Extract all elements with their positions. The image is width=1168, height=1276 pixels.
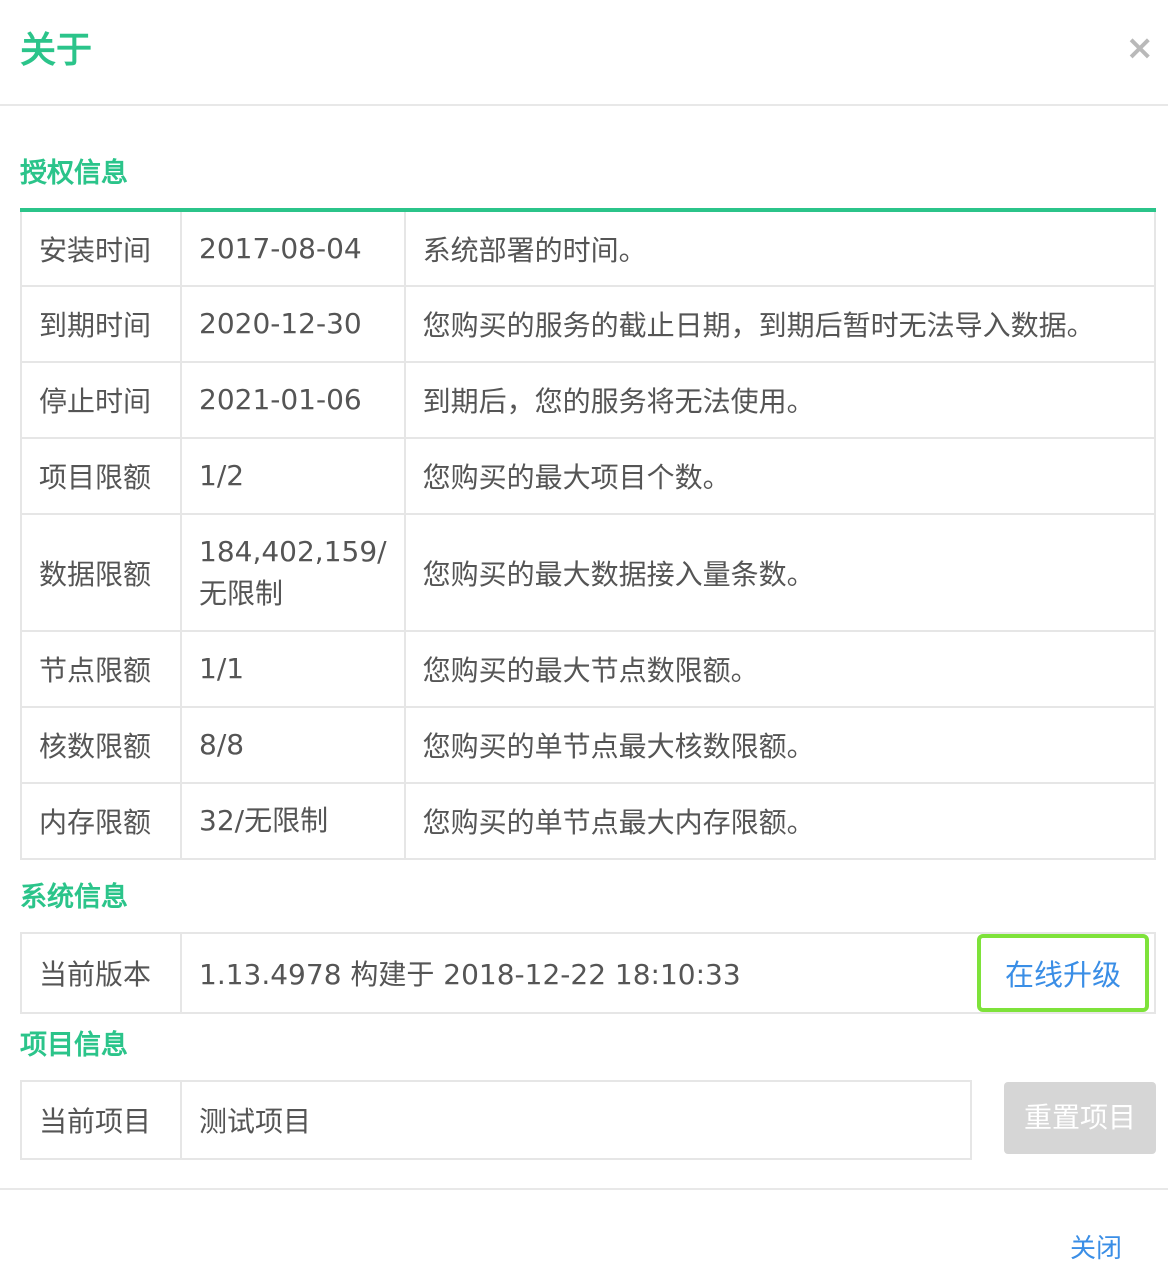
row-label: 停止时间 bbox=[20, 361, 182, 439]
table-row: 当前版本 1.13.4978 构建于 2018-12-22 18:10:33 在… bbox=[20, 932, 1156, 1014]
version-label: 当前版本 bbox=[20, 932, 182, 1014]
project-table: 当前项目 测试项目 bbox=[20, 1080, 972, 1160]
row-desc: 您购买的单节点最大核数限额。 bbox=[403, 706, 1157, 784]
table-row: 安装时间 2017-08-04 系统部署的时间。 bbox=[20, 209, 1157, 287]
row-value: 8/8 bbox=[180, 706, 406, 784]
row-value: 32/无限制 bbox=[180, 782, 406, 860]
project-label: 当前项目 bbox=[20, 1080, 182, 1160]
system-table: 当前版本 1.13.4978 构建于 2018-12-22 18:10:33 在… bbox=[20, 932, 1156, 1014]
close-icon[interactable]: × bbox=[1126, 28, 1155, 68]
row-desc: 您购买的服务的截止日期，到期后暂时无法导入数据。 bbox=[403, 285, 1157, 363]
table-row: 数据限额 184,402,159/无限制 您购买的最大数据接入量条数。 bbox=[20, 513, 1157, 632]
project-value: 测试项目 bbox=[180, 1080, 972, 1160]
version-value: 1.13.4978 构建于 2018-12-22 18:10:33 bbox=[180, 932, 975, 1014]
project-section-title: 项目信息 bbox=[20, 1030, 128, 1061]
dialog-title: 关于 bbox=[20, 30, 93, 71]
row-desc: 您购买的最大节点数限额。 bbox=[403, 630, 1157, 708]
row-value: 2021-01-06 bbox=[180, 361, 406, 439]
footer-close-button[interactable]: 关闭 bbox=[1070, 1232, 1122, 1266]
row-label: 核数限额 bbox=[20, 706, 182, 784]
auth-table: 安装时间 2017-08-04 系统部署的时间。 到期时间 2020-12-30… bbox=[20, 208, 1157, 860]
table-row: 项目限额 1/2 您购买的最大项目个数。 bbox=[20, 437, 1157, 515]
reset-project-button[interactable]: 重置项目 bbox=[1004, 1082, 1156, 1154]
dialog-header: 关于 × bbox=[0, 0, 1168, 106]
footer-divider bbox=[0, 1188, 1168, 1190]
row-value: 1/1 bbox=[180, 630, 406, 708]
row-desc: 系统部署的时间。 bbox=[403, 209, 1157, 287]
system-section-title: 系统信息 bbox=[20, 882, 128, 913]
auth-section-title: 授权信息 bbox=[20, 158, 128, 189]
table-row: 节点限额 1/1 您购买的最大节点数限额。 bbox=[20, 630, 1157, 708]
row-label: 节点限额 bbox=[20, 630, 182, 708]
row-label: 数据限额 bbox=[20, 513, 182, 632]
row-value: 184,402,159/无限制 bbox=[180, 513, 406, 632]
online-upgrade-link[interactable]: 在线升级 bbox=[977, 934, 1149, 1012]
row-label: 内存限额 bbox=[20, 782, 182, 860]
row-value: 2017-08-04 bbox=[180, 209, 406, 287]
table-row: 当前项目 测试项目 bbox=[20, 1080, 972, 1160]
upgrade-cell: 在线升级 bbox=[975, 932, 1156, 1014]
row-desc: 到期后，您的服务将无法使用。 bbox=[403, 361, 1157, 439]
row-value: 2020-12-30 bbox=[180, 285, 406, 363]
about-dialog: 关于 × 授权信息 安装时间 2017-08-04 系统部署的时间。 到期时间 … bbox=[0, 0, 1168, 1276]
row-desc: 您购买的最大数据接入量条数。 bbox=[403, 513, 1157, 632]
row-desc: 您购买的单节点最大内存限额。 bbox=[403, 782, 1157, 860]
table-row: 核数限额 8/8 您购买的单节点最大核数限额。 bbox=[20, 706, 1157, 784]
row-label: 项目限额 bbox=[20, 437, 182, 515]
table-row: 内存限额 32/无限制 您购买的单节点最大内存限额。 bbox=[20, 782, 1157, 860]
table-row: 停止时间 2021-01-06 到期后，您的服务将无法使用。 bbox=[20, 361, 1157, 439]
table-row: 到期时间 2020-12-30 您购买的服务的截止日期，到期后暂时无法导入数据。 bbox=[20, 285, 1157, 363]
row-value: 1/2 bbox=[180, 437, 406, 515]
row-desc: 您购买的最大项目个数。 bbox=[403, 437, 1157, 515]
row-label: 到期时间 bbox=[20, 285, 182, 363]
row-label: 安装时间 bbox=[20, 209, 182, 287]
